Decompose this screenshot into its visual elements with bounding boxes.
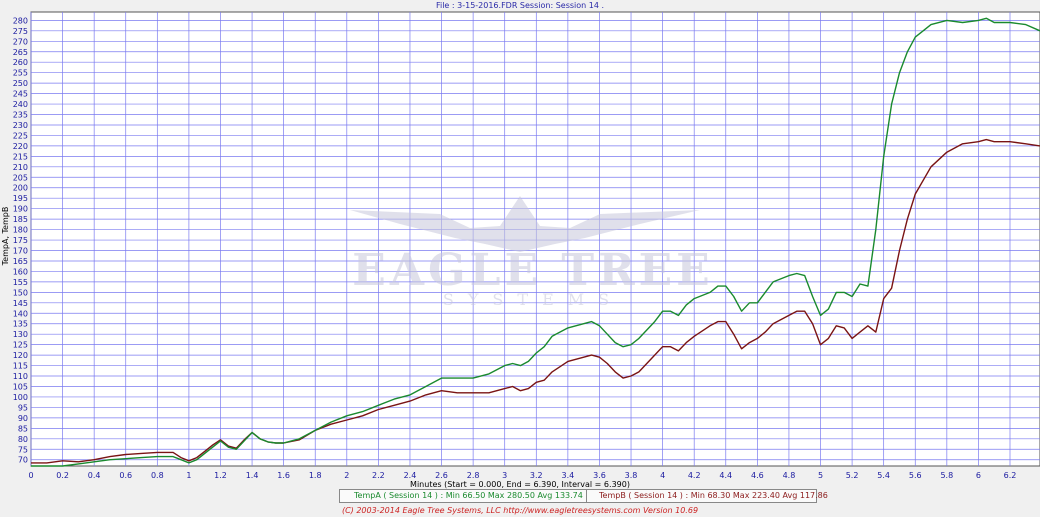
- y-tick-label: 85: [18, 424, 28, 433]
- y-tick-label: 245: [13, 90, 28, 99]
- y-tick-label: 225: [13, 131, 28, 140]
- legend-item-tempb: TempB ( Session 14 ) : Min 68.30 Max 223…: [586, 490, 828, 502]
- x-tick-labels: 0 0.2 0.4 0.6 0.8 1 1.2 1.4 1.6 1.8 2 2.2 2.4 2.6 2.8 3…: [28, 471, 1016, 480]
- y-tick-label: 180: [13, 226, 28, 235]
- y-tick-label: 175: [13, 236, 28, 245]
- y-tick-label: 95: [18, 403, 28, 412]
- x-tick-label: 3: [502, 471, 507, 480]
- x-tick-label: 0.2: [56, 471, 69, 480]
- legend: TempA ( Session 14 ) : Min 66.50 Max 280…: [339, 489, 828, 503]
- y-tick-label: 110: [13, 372, 28, 381]
- x-tick-label: 4.6: [751, 471, 764, 480]
- x-tick-label: 6: [976, 471, 981, 480]
- x-tick-label: 0.4: [88, 471, 101, 480]
- y-tick-label: 145: [13, 299, 28, 308]
- y-tick-label: 125: [13, 341, 28, 350]
- watermark-title: EAGLE TREE: [352, 245, 713, 296]
- x-tick-label: 3.2: [530, 471, 543, 480]
- x-tick-label: 0.6: [119, 471, 132, 480]
- x-tick-label: 5.2: [846, 471, 859, 480]
- y-tick-label: 105: [13, 382, 28, 391]
- y-tick-label: 100: [13, 393, 28, 402]
- x-tick-label: 6.2: [1004, 471, 1017, 480]
- x-tick-label: 4: [660, 471, 665, 480]
- y-tick-label: 140: [13, 309, 28, 318]
- y-tick-label: 260: [13, 58, 28, 67]
- x-tick-label: 0.8: [151, 471, 164, 480]
- x-tick-label: 3.8: [625, 471, 638, 480]
- y-tick-label: 135: [13, 320, 28, 329]
- x-tick-label: 0: [28, 471, 33, 480]
- x-tick-label: 1.4: [246, 471, 259, 480]
- y-tick-label: 280: [13, 16, 28, 25]
- y-tick-label: 200: [13, 184, 28, 193]
- x-tick-label: 3.6: [593, 471, 606, 480]
- y-tick-label: 240: [13, 100, 28, 109]
- y-tick-label: 235: [13, 111, 28, 120]
- y-tick-label: 155: [13, 278, 28, 287]
- x-tick-label: 2.6: [435, 471, 448, 480]
- y-tick-label: 230: [13, 121, 28, 130]
- y-tick-labels: 7075808590951001051101151201251301351401…: [13, 16, 28, 464]
- y-tick-label: 255: [13, 69, 28, 78]
- y-tick-label: 75: [18, 445, 28, 454]
- chart-svg: EAGLE TREE SYSTEMS 707580859095100105110…: [13, 11, 1040, 480]
- y-tick-label: 250: [13, 79, 28, 88]
- x-tick-label: 1.2: [214, 471, 227, 480]
- x-tick-label: 5.8: [940, 471, 953, 480]
- x-tick-label: 4.4: [719, 471, 732, 480]
- x-tick-label: 2: [344, 471, 349, 480]
- watermark-subtitle: SYSTEMS: [443, 290, 623, 309]
- y-tick-label: 185: [13, 215, 28, 224]
- x-tick-label: 1.8: [309, 471, 322, 480]
- x-tick-label: 4.8: [783, 471, 796, 480]
- y-tick-label: 120: [13, 351, 28, 360]
- x-tick-label: 5.6: [909, 471, 922, 480]
- x-tick-label: 3.4: [562, 471, 575, 480]
- x-tick-label: 5: [818, 471, 823, 480]
- x-tick-label: 4.2: [688, 471, 701, 480]
- y-tick-label: 275: [13, 27, 28, 36]
- y-tick-label: 80: [18, 435, 28, 444]
- x-tick-label: 1.6: [277, 471, 290, 480]
- y-tick-label: 205: [13, 173, 28, 182]
- x-tick-label: 5.4: [877, 471, 890, 480]
- x-tick-label: 2.8: [467, 471, 480, 480]
- y-tick-label: 210: [13, 163, 28, 172]
- y-tick-label: 170: [13, 247, 28, 256]
- y-tick-label: 265: [13, 48, 28, 57]
- y-tick-label: 150: [13, 288, 28, 297]
- x-tick-label: 2.4: [404, 471, 417, 480]
- copyright-footer: (C) 2003-2014 Eagle Tree Systems, LLC ht…: [341, 506, 699, 515]
- y-tick-label: 165: [13, 257, 28, 266]
- y-tick-label: 220: [13, 142, 28, 151]
- legend-item-tempa: TempA ( Session 14 ) : Min 66.50 Max 280…: [354, 491, 583, 500]
- y-tick-label: 70: [18, 456, 28, 465]
- y-tick-label: 115: [13, 362, 28, 371]
- y-tick-label: 90: [18, 414, 28, 423]
- y-tick-label: 215: [13, 152, 28, 161]
- y-tick-label: 130: [13, 330, 28, 339]
- y-tick-label: 190: [13, 205, 28, 214]
- x-tick-label: 2.2: [372, 471, 385, 480]
- y-tick-label: 270: [13, 37, 28, 46]
- y-tick-label: 195: [13, 194, 28, 203]
- x-tick-label: 1: [186, 471, 191, 480]
- y-tick-label: 160: [13, 267, 28, 276]
